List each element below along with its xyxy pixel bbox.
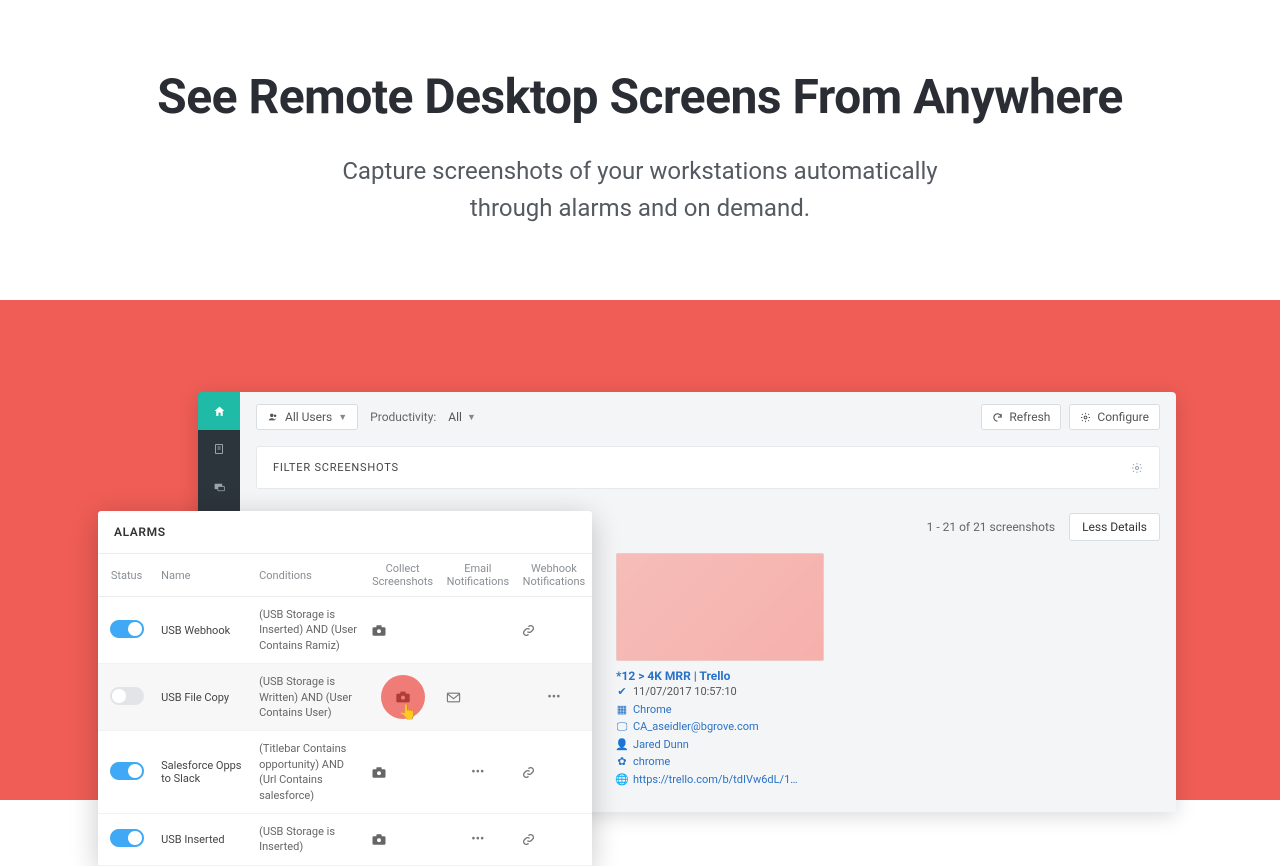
more-icon: ••• <box>471 832 484 847</box>
caret-down-icon: ▼ <box>338 412 347 423</box>
alarm-name: USB Webhook <box>155 597 253 664</box>
alarm-row[interactable]: Salesforce Opps to Slack(Titlebar Contai… <box>98 731 592 814</box>
card-time: 11/07/2017 10:57:10 <box>633 683 737 701</box>
globe-icon: 🌐 <box>616 771 628 789</box>
caret-down-icon: ▼ <box>467 412 476 423</box>
status-toggle[interactable] <box>110 762 144 780</box>
col-status: Status <box>98 554 155 597</box>
card-email: CA_aseidler@bgrove.com <box>633 718 759 736</box>
productivity-label: Productivity: <box>370 410 436 424</box>
camera-highlight[interactable]: 👆 <box>381 675 425 719</box>
envelope-icon <box>446 692 461 703</box>
card-url: https://trello.com/b/tdIVw6dL/1… <box>633 771 798 789</box>
card-user: Jared Dunn <box>633 736 689 754</box>
webhook-cell[interactable] <box>516 813 592 865</box>
card-process: chrome <box>633 753 670 771</box>
email-cell[interactable]: ••• <box>440 731 516 814</box>
alarms-title: ALARMS <box>98 511 592 554</box>
alarm-row[interactable]: USB Inserted(USB Storage is Inserted) ••• <box>98 813 592 865</box>
configure-button[interactable]: Configure <box>1069 404 1160 430</box>
sidebar-home[interactable] <box>198 392 240 430</box>
email-cell[interactable]: ••• <box>440 813 516 865</box>
email-cell[interactable] <box>440 597 516 664</box>
collect-cell[interactable] <box>365 813 439 865</box>
more-icon: ••• <box>471 765 484 780</box>
home-icon <box>213 405 226 418</box>
camera-icon <box>371 624 387 637</box>
productivity-dropdown[interactable]: All ▼ <box>448 410 476 424</box>
alarm-conditions: (Titlebar Contains opportunity) AND (Url… <box>253 731 365 814</box>
status-toggle[interactable] <box>110 829 144 847</box>
results-count: 1 - 21 of 21 screenshots <box>927 520 1055 534</box>
filter-title: FILTER SCREENSHOTS <box>273 461 399 474</box>
alarm-conditions: (USB Storage is Inserted) AND (User Cont… <box>253 597 365 664</box>
camera-icon <box>371 833 387 846</box>
filter-gear-icon[interactable] <box>1131 462 1143 474</box>
status-toggle[interactable] <box>110 620 144 638</box>
link-icon <box>522 833 535 846</box>
users-dropdown[interactable]: All Users ▼ <box>256 404 358 430</box>
sidebar-screenshots[interactable] <box>198 468 240 506</box>
camera-icon <box>395 690 411 704</box>
alarm-row[interactable]: USB Webhook(USB Storage is Inserted) AND… <box>98 597 592 664</box>
filter-bar[interactable]: FILTER SCREENSHOTS <box>256 446 1160 489</box>
more-icon: ••• <box>547 690 560 705</box>
col-conditions: Conditions <box>253 554 365 597</box>
webhook-cell[interactable]: ••• <box>516 664 592 731</box>
monitor-icon: 🖵 <box>616 718 628 736</box>
alarm-conditions: (USB Storage is Written) AND (User Conta… <box>253 664 365 731</box>
card-browser: Chrome <box>633 701 672 719</box>
card-title: *12 > 4K MRR | Trello <box>616 669 824 683</box>
users-icon <box>267 412 279 422</box>
screenshot-thumb[interactable] <box>616 553 824 661</box>
email-cell[interactable] <box>440 664 516 731</box>
sidebar-document[interactable] <box>198 430 240 468</box>
refresh-icon <box>992 412 1003 423</box>
hero-title: See Remote Desktop Screens From Anywhere <box>40 68 1240 125</box>
alarm-name: Salesforce Opps to Slack <box>155 731 253 814</box>
col-collect: Collect Screenshots <box>365 554 439 597</box>
status-toggle[interactable] <box>110 687 144 705</box>
browser-icon: ▦ <box>616 701 628 719</box>
gear-icon: ✿ <box>616 753 628 771</box>
gear-icon <box>1080 412 1091 423</box>
check-icon: ✔ <box>616 683 628 701</box>
col-name: Name <box>155 554 253 597</box>
less-details-button[interactable]: Less Details <box>1069 513 1160 541</box>
col-email: Email Notifications <box>440 554 516 597</box>
refresh-button[interactable]: Refresh <box>981 404 1061 430</box>
alarms-table: Status Name Conditions Collect Screensho… <box>98 554 592 866</box>
link-icon <box>522 766 535 779</box>
screenshot-card[interactable]: *12 > 4K MRR | Trello ✔ 11/07/2017 10:57:… <box>616 553 824 789</box>
cursor-icon: 👆 <box>399 703 418 721</box>
document-icon <box>213 443 225 455</box>
alarm-row[interactable]: USB File Copy(USB Storage is Written) AN… <box>98 664 592 731</box>
alarm-name: USB Inserted <box>155 813 253 865</box>
monitor-icon <box>213 481 226 494</box>
link-icon <box>522 624 535 637</box>
camera-icon <box>371 766 387 779</box>
alarm-name: USB File Copy <box>155 664 253 731</box>
collect-cell[interactable] <box>365 731 439 814</box>
alarms-panel: ALARMS Status Name Conditions Collect Sc… <box>98 511 592 866</box>
toolbar: All Users ▼ Productivity: All ▼ Refresh … <box>256 404 1160 430</box>
collect-cell[interactable]: 👆 <box>365 664 439 731</box>
hero-subtitle: Capture screenshots of your workstations… <box>40 153 1240 227</box>
col-webhook: Webhook Notifications <box>516 554 592 597</box>
collect-cell[interactable] <box>365 597 439 664</box>
user-icon: 👤 <box>616 736 628 754</box>
alarm-conditions: (USB Storage is Inserted) <box>253 813 365 865</box>
webhook-cell[interactable] <box>516 731 592 814</box>
webhook-cell[interactable] <box>516 597 592 664</box>
